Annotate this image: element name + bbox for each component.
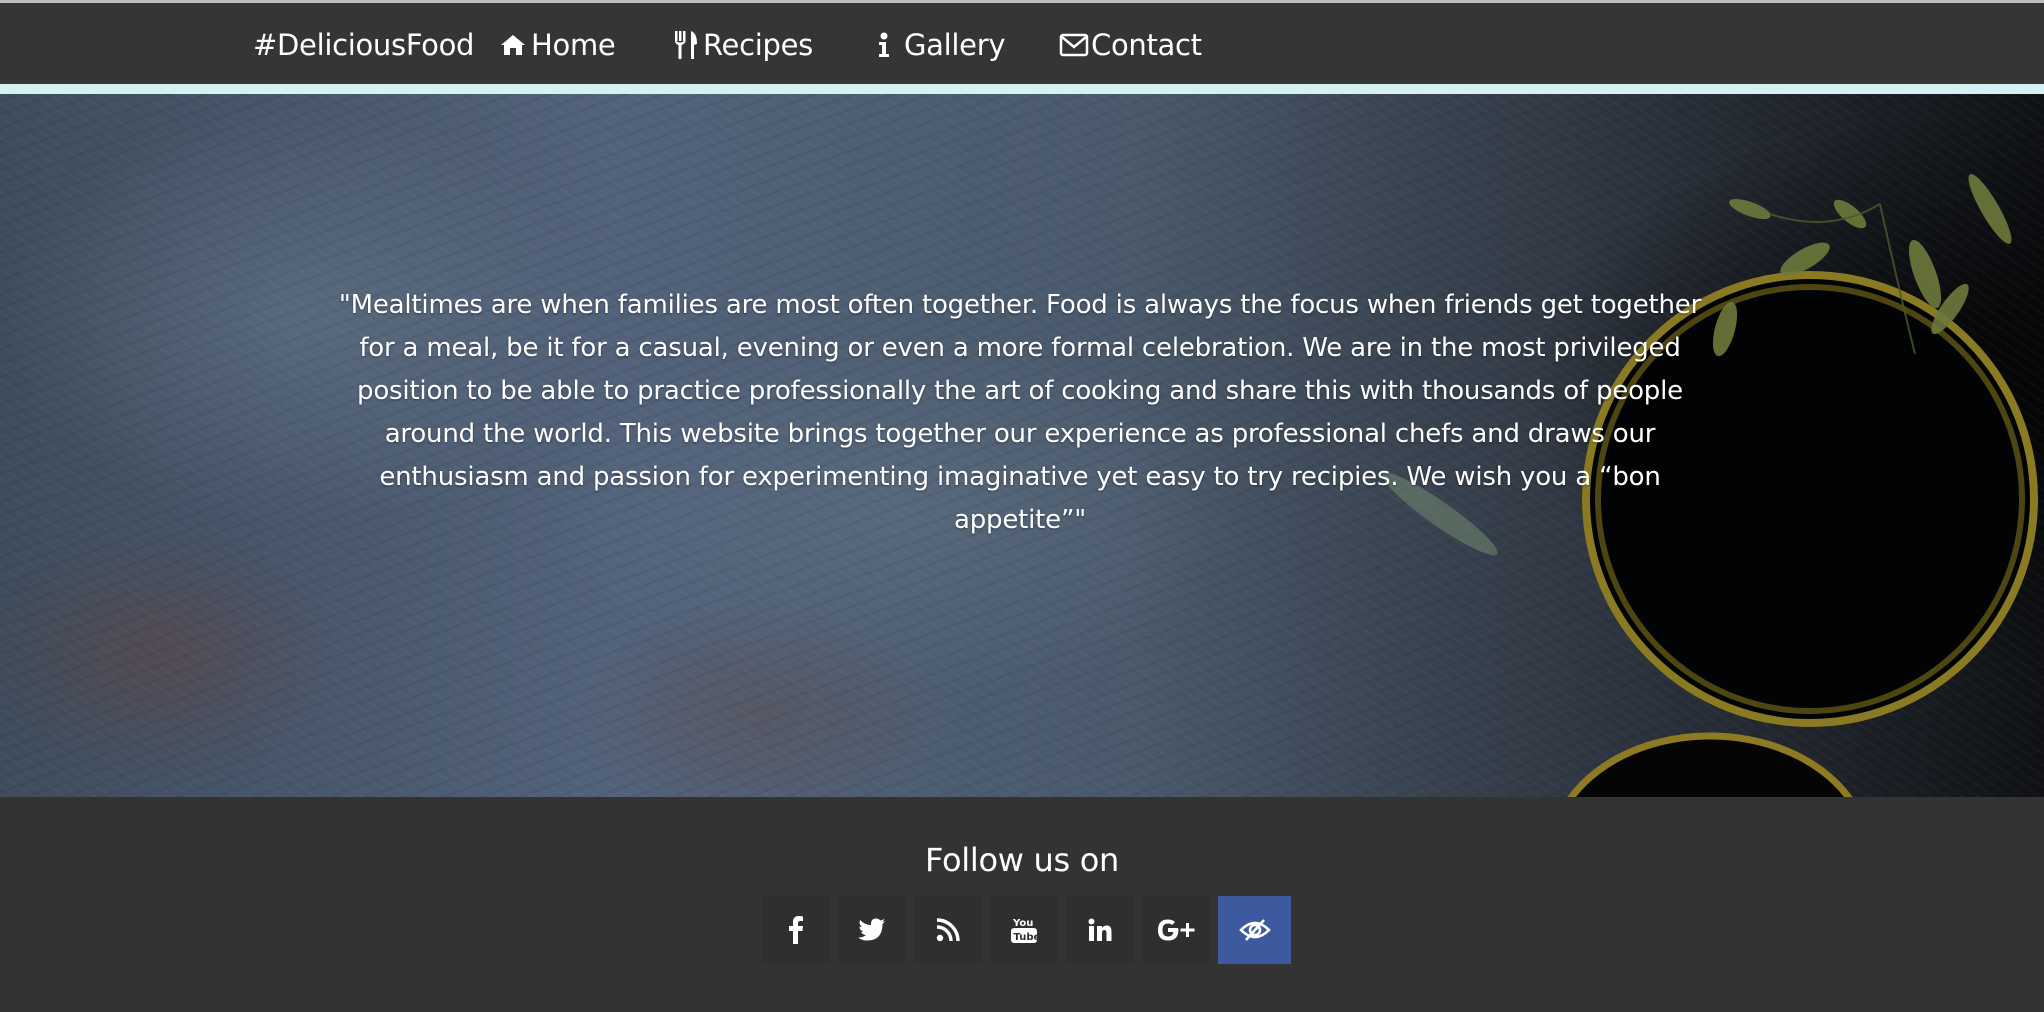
hero-quote: "Mealtimes are when families are most of… — [338, 290, 1702, 535]
nav-home[interactable]: Home — [500, 3, 616, 87]
nav-home-label: Home — [531, 28, 616, 62]
social-links: You Tube — [762, 896, 1291, 964]
footer: Follow us on You Tube — [0, 797, 2044, 1012]
google-plus-icon — [1158, 919, 1195, 941]
twitter-icon — [858, 918, 885, 941]
hero-banner: "Mealtimes are when families are most of… — [0, 94, 2044, 797]
info-icon — [878, 32, 890, 58]
svg-text:You: You — [1012, 918, 1033, 929]
linkedin-button[interactable] — [1066, 896, 1134, 964]
nav-contact[interactable]: Contact — [1059, 3, 1202, 87]
eye-slash-icon — [1238, 919, 1271, 941]
accessibility-toggle-button[interactable] — [1218, 896, 1291, 964]
linkedin-icon — [1088, 918, 1112, 941]
twitter-button[interactable] — [838, 896, 906, 964]
nav-recipes-label: Recipes — [703, 28, 813, 62]
rss-button[interactable] — [914, 896, 982, 964]
cutlery-icon — [674, 30, 698, 60]
youtube-button[interactable]: You Tube — [990, 896, 1058, 964]
nav-contact-label: Contact — [1091, 28, 1202, 62]
envelope-icon — [1059, 33, 1089, 57]
google-plus-button[interactable] — [1142, 896, 1210, 964]
navbar: #DeliciousFood Home Recipes Gallery Cont… — [0, 0, 2044, 84]
page: #DeliciousFood Home Recipes Gallery Cont… — [0, 0, 2044, 1012]
nav-recipes[interactable]: Recipes — [674, 3, 813, 87]
rss-icon — [936, 918, 960, 942]
svg-text:Tube: Tube — [1014, 932, 1039, 943]
nav-gallery[interactable]: Gallery — [878, 3, 1005, 87]
nav-gallery-label: Gallery — [904, 28, 1006, 62]
brand-link[interactable]: #DeliciousFood — [253, 3, 474, 87]
home-icon — [500, 33, 526, 57]
youtube-icon: You Tube — [1011, 918, 1039, 943]
brand-label: #DeliciousFood — [253, 28, 475, 62]
follow-heading: Follow us on — [925, 841, 1119, 879]
navbar-divider — [0, 84, 2044, 94]
facebook-button[interactable] — [762, 896, 830, 964]
facebook-icon — [789, 916, 803, 944]
